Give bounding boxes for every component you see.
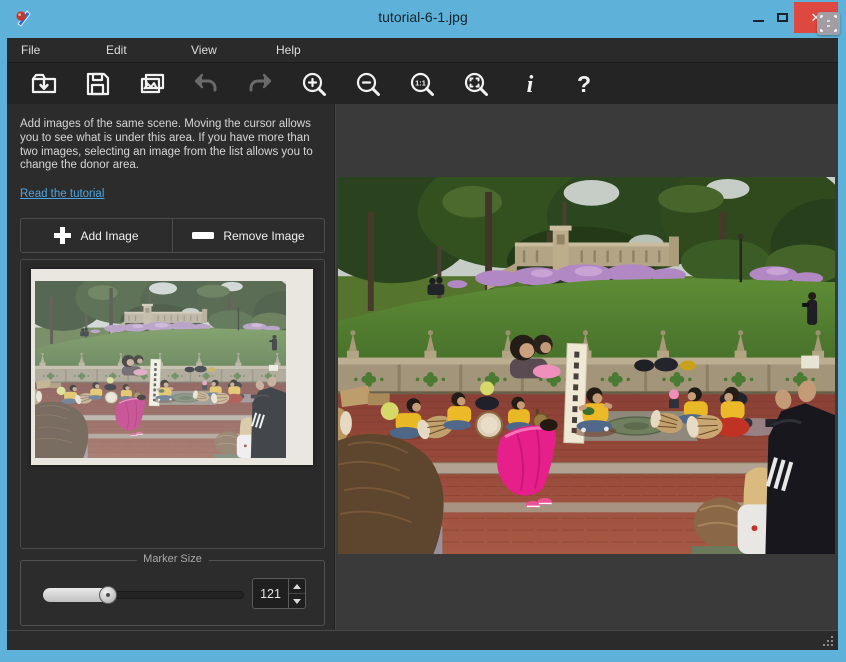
info-button[interactable]: i bbox=[515, 69, 544, 98]
image-icon bbox=[138, 70, 166, 98]
plus-icon bbox=[54, 227, 71, 244]
statusbar bbox=[7, 630, 838, 650]
up-arrow-icon bbox=[293, 584, 301, 589]
zoom-fit-icon bbox=[462, 70, 490, 98]
svg-text:1:1: 1:1 bbox=[415, 78, 426, 87]
redo-icon bbox=[246, 70, 274, 98]
save-icon bbox=[84, 70, 112, 98]
help-icon: ? bbox=[570, 70, 598, 98]
minimize-button[interactable] bbox=[746, 2, 770, 32]
titlebar: tutorial-6-1.jpg ✕ bbox=[0, 0, 846, 38]
svg-text:?: ? bbox=[576, 71, 590, 97]
marker-size-slider[interactable] bbox=[43, 587, 244, 603]
image-buttons: Add Image Remove Image bbox=[20, 218, 325, 253]
remove-image-button[interactable]: Remove Image bbox=[172, 219, 324, 252]
slider-handle[interactable] bbox=[99, 586, 117, 604]
marker-size-group: Marker Size bbox=[20, 560, 325, 626]
info-icon: i bbox=[516, 70, 544, 98]
marker-size-spinbox bbox=[252, 578, 306, 609]
minimize-icon bbox=[753, 20, 764, 22]
sidebar: Add images of the same scene. Moving the… bbox=[7, 104, 335, 630]
image-list[interactable] bbox=[20, 259, 325, 549]
menu-file[interactable]: File bbox=[7, 43, 92, 57]
zoom-1-1-icon: 1:1 bbox=[408, 70, 436, 98]
zoom-fit-button[interactable] bbox=[461, 69, 490, 98]
app-frame: File Edit View Help bbox=[7, 38, 838, 650]
thumbnail-selected[interactable] bbox=[31, 269, 313, 465]
thumbnail-photo bbox=[35, 281, 286, 458]
menu-help[interactable]: Help bbox=[262, 43, 347, 57]
redo-button[interactable] bbox=[245, 69, 274, 98]
app-window: tutorial-6-1.jpg ✕ File Edit View Help bbox=[0, 0, 846, 662]
zoom-actual-button[interactable]: 1:1 bbox=[407, 69, 436, 98]
zoom-out-button[interactable] bbox=[353, 69, 382, 98]
svg-text:i: i bbox=[526, 72, 533, 98]
resize-grip[interactable] bbox=[822, 635, 834, 647]
menubar: File Edit View Help bbox=[7, 38, 838, 62]
undo-icon bbox=[192, 70, 220, 98]
save-button[interactable] bbox=[83, 69, 112, 98]
marker-size-label: Marker Size bbox=[136, 553, 209, 565]
marker-size-input[interactable] bbox=[253, 579, 288, 608]
add-image-button[interactable]: Add Image bbox=[21, 219, 172, 252]
undo-button[interactable] bbox=[191, 69, 220, 98]
down-arrow-icon bbox=[293, 599, 301, 604]
open-button[interactable] bbox=[29, 69, 58, 98]
open-folder-icon bbox=[30, 70, 58, 98]
minus-icon bbox=[192, 232, 214, 239]
main-content: Add images of the same scene. Moving the… bbox=[7, 104, 838, 630]
main-photo[interactable] bbox=[338, 177, 835, 554]
zoom-in-button[interactable] bbox=[299, 69, 328, 98]
menu-view[interactable]: View bbox=[177, 43, 262, 57]
window-title: tutorial-6-1.jpg bbox=[0, 9, 846, 25]
help-button[interactable]: ? bbox=[569, 69, 598, 98]
tutorial-link[interactable]: Read the tutorial bbox=[20, 188, 104, 200]
toolbar: 1:1 i ? bbox=[7, 62, 838, 104]
screen-capture-cursor-icon bbox=[817, 12, 840, 35]
zoom-out-icon bbox=[354, 70, 382, 98]
spin-down-button[interactable] bbox=[289, 594, 305, 608]
export-image-button[interactable] bbox=[137, 69, 166, 98]
menu-edit[interactable]: Edit bbox=[92, 43, 177, 57]
zoom-in-icon bbox=[300, 70, 328, 98]
spin-up-button[interactable] bbox=[289, 579, 305, 594]
maximize-icon bbox=[777, 13, 788, 22]
image-canvas[interactable] bbox=[335, 104, 838, 630]
maximize-button[interactable] bbox=[770, 2, 794, 32]
instructions-text: Add images of the same scene. Moving the… bbox=[20, 118, 326, 173]
